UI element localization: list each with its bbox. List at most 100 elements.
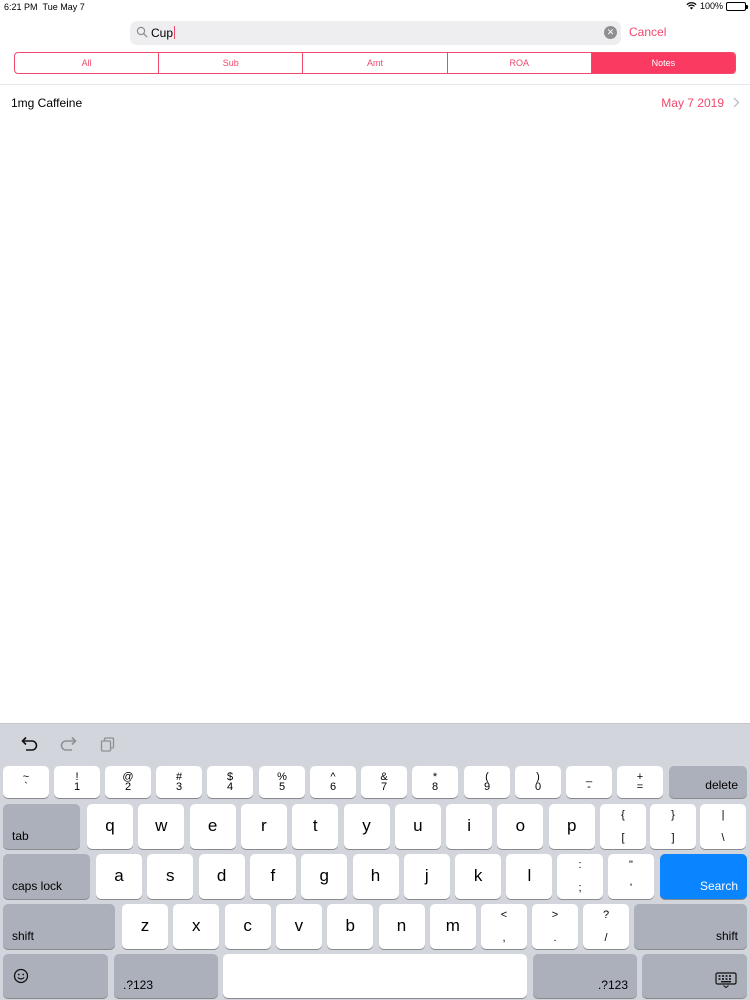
key-top-char: > bbox=[551, 909, 559, 921]
key-h[interactable]: h bbox=[352, 854, 399, 899]
key-top-char: } bbox=[671, 809, 675, 821]
key-bot-char: / bbox=[604, 932, 608, 944]
key-p[interactable]: p bbox=[548, 804, 595, 849]
key-top-char: " bbox=[629, 859, 633, 871]
key-9[interactable]: (9 bbox=[464, 766, 510, 798]
key-symbol-0[interactable]: {[ bbox=[600, 804, 646, 849]
search-key[interactable]: Search bbox=[660, 854, 747, 899]
numbers-right-key[interactable]: .?123 bbox=[533, 954, 637, 998]
key-glyph: e bbox=[207, 815, 218, 835]
key-i[interactable]: i bbox=[446, 804, 493, 849]
key-=[interactable]: + = bbox=[617, 766, 663, 798]
key-8[interactable]: * 8 bbox=[412, 766, 458, 798]
key-q[interactable]: q bbox=[87, 804, 133, 849]
key-symbol-2[interactable]: | \ bbox=[700, 804, 746, 849]
key-bot-char: 9 bbox=[483, 781, 491, 793]
key-e[interactable]: e bbox=[189, 804, 236, 849]
hide-keyboard-key[interactable] bbox=[642, 954, 747, 998]
key-6[interactable]: ^ 6 bbox=[310, 766, 356, 798]
segment-sub[interactable]: Sub bbox=[159, 53, 304, 73]
key-u[interactable]: u bbox=[394, 804, 441, 849]
key-7[interactable]: & 7 bbox=[361, 766, 407, 798]
key-symbol-1[interactable]: }] bbox=[650, 804, 696, 849]
key-m[interactable]: m bbox=[429, 904, 476, 949]
key-label: delete bbox=[705, 778, 738, 792]
key-punct-z-0[interactable]: <, bbox=[481, 904, 527, 949]
paste-icon[interactable] bbox=[100, 737, 116, 752]
redo-icon[interactable] bbox=[59, 736, 79, 752]
key-r[interactable]: r bbox=[240, 804, 287, 849]
key-a[interactable]: a bbox=[96, 854, 142, 899]
text-caret bbox=[174, 26, 176, 39]
clear-text-button[interactable]: ✕ bbox=[604, 26, 617, 39]
header-divider bbox=[0, 84, 750, 85]
key-l[interactable]: l bbox=[506, 854, 553, 899]
key-bot-char: 8 bbox=[431, 781, 439, 793]
shift-right-key[interactable]: shift bbox=[634, 904, 747, 949]
key-n[interactable]: n bbox=[378, 904, 425, 949]
key-top-char: : bbox=[578, 859, 582, 871]
key-z[interactable]: z bbox=[122, 904, 168, 949]
key-j[interactable]: j bbox=[403, 854, 450, 899]
key-glyph: o bbox=[515, 815, 526, 835]
key-s[interactable]: s bbox=[147, 854, 194, 899]
emoji-key[interactable] bbox=[3, 954, 108, 998]
result-date: May 7 2019 bbox=[661, 96, 724, 110]
segment-all[interactable]: All bbox=[15, 53, 160, 73]
numbers-left-key[interactable]: .?123 bbox=[114, 954, 218, 998]
key-k[interactable]: k bbox=[455, 854, 502, 899]
key-f[interactable]: f bbox=[249, 854, 296, 899]
tab-key[interactable]: tab bbox=[3, 804, 80, 849]
key-g[interactable]: g bbox=[301, 854, 348, 899]
undo-icon[interactable] bbox=[19, 736, 39, 752]
key-0[interactable]: ) 0 bbox=[515, 766, 561, 798]
key-glyph: p bbox=[566, 815, 577, 835]
key-b[interactable]: b bbox=[327, 904, 374, 949]
delete-key[interactable]: delete bbox=[669, 766, 747, 798]
key-d[interactable]: d bbox=[198, 854, 245, 899]
result-row[interactable]: 1mg Caffeine May 7 2019 bbox=[0, 90, 750, 116]
key-glyph: d bbox=[216, 865, 227, 885]
key-glyph: j bbox=[424, 865, 429, 885]
key-`[interactable]: ~ ` bbox=[3, 766, 49, 798]
key-glyph: m bbox=[445, 915, 460, 935]
segment-amt[interactable]: Amt bbox=[303, 53, 448, 73]
key-glyph: s bbox=[166, 865, 175, 885]
segment-roa[interactable]: ROA bbox=[448, 53, 592, 73]
search-value: Cup bbox=[151, 26, 176, 40]
key-3[interactable]: #3 bbox=[156, 766, 202, 798]
key-o[interactable]: o bbox=[497, 804, 544, 849]
key-c[interactable]: c bbox=[224, 904, 271, 949]
cancel-button[interactable]: Cancel bbox=[629, 25, 666, 39]
key-1[interactable]: ! 1 bbox=[54, 766, 100, 798]
key-glyph: r bbox=[261, 815, 267, 835]
key-4[interactable]: $4 bbox=[207, 766, 253, 798]
key-glyph: i bbox=[467, 815, 471, 835]
space-bar[interactable] bbox=[223, 954, 527, 998]
key-label: caps lock bbox=[12, 879, 63, 893]
key--[interactable]: _ - bbox=[566, 766, 612, 798]
key-top-char: < bbox=[500, 909, 508, 921]
key-5[interactable]: % 5 bbox=[259, 766, 305, 798]
caps-lock-key[interactable]: caps lock bbox=[3, 854, 90, 899]
key-glyph: z bbox=[140, 915, 150, 935]
key-w[interactable]: w bbox=[138, 804, 185, 849]
key-glyph: v bbox=[294, 915, 304, 935]
key-glyph: u bbox=[413, 815, 423, 835]
key-punct-0[interactable]: :; bbox=[557, 854, 603, 899]
key-y[interactable]: y bbox=[343, 804, 390, 849]
key-glyph: g bbox=[319, 865, 329, 885]
key-v[interactable]: v bbox=[275, 904, 322, 949]
shift-left-key[interactable]: shift bbox=[3, 904, 115, 949]
key-bot-char: \ bbox=[721, 832, 725, 844]
key-punct-1[interactable]: " ' bbox=[608, 854, 654, 899]
key-t[interactable]: t bbox=[292, 804, 339, 849]
key-punct-z-1[interactable]: >. bbox=[532, 904, 578, 949]
key-punct-z-2[interactable]: ? / bbox=[583, 904, 629, 949]
key-bot-char: - bbox=[587, 781, 591, 793]
segment-notes[interactable]: Notes bbox=[591, 53, 735, 73]
key-2[interactable]: @2 bbox=[105, 766, 151, 798]
search-input[interactable]: Cup ✕ bbox=[130, 21, 621, 45]
key-x[interactable]: x bbox=[173, 904, 220, 949]
keyboard: ~ `! 1 @2 #3 $4% 5 ^ 6 & 7 * 8(9) 0 _ - + = delete tab q w e r t… bbox=[0, 723, 750, 1000]
